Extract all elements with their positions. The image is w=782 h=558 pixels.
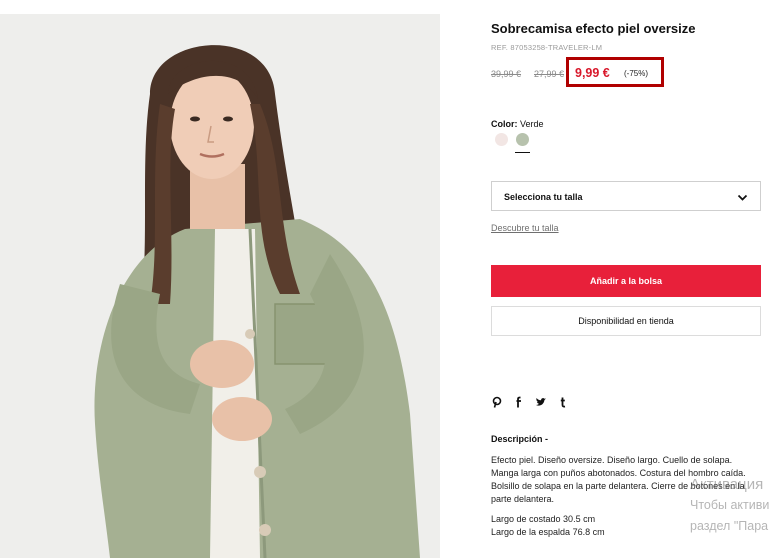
store-availability-button[interactable]: Disponibilidad en tienda bbox=[491, 306, 761, 336]
chevron-down-icon bbox=[737, 190, 748, 208]
watermark-line-3: раздел "Пара bbox=[690, 519, 769, 533]
product-reference: REF. 87053258-TRAVELER-LM bbox=[491, 43, 603, 52]
add-to-bag-button[interactable]: Añadir a la bolsa bbox=[491, 265, 761, 297]
previous-price: 27,99 € bbox=[534, 69, 565, 79]
watermark-line-1: Активация bbox=[690, 476, 764, 493]
watermark-line-2: Чтобы активи bbox=[690, 498, 770, 512]
color-label-prefix: Color: bbox=[491, 119, 518, 129]
pinterest-icon[interactable] bbox=[491, 396, 503, 408]
current-price: 9,99 € bbox=[575, 66, 610, 80]
size-select-dropdown[interactable]: Selecciona tu talla bbox=[491, 181, 761, 211]
original-price: 39,99 € bbox=[491, 69, 522, 79]
size-select-label: Selecciona tu talla bbox=[504, 192, 583, 202]
color-label: Color: Verde bbox=[491, 119, 544, 129]
description-title[interactable]: Descripción - bbox=[491, 434, 548, 444]
tumblr-icon[interactable] bbox=[557, 396, 569, 408]
facebook-icon[interactable] bbox=[513, 396, 525, 408]
twitter-icon[interactable] bbox=[535, 396, 547, 408]
selected-swatch-indicator bbox=[515, 152, 530, 153]
measurement-back-length: Largo de la espalda 76.8 cm bbox=[491, 527, 605, 537]
product-title: Sobrecamisa efecto piel oversize bbox=[491, 21, 696, 36]
size-guide-link[interactable]: Descubre tu talla bbox=[491, 223, 559, 233]
windows-activation-watermark: Активация Чтобы активи раздел "Пара bbox=[690, 474, 769, 537]
color-value: Verde bbox=[520, 119, 544, 129]
measurement-side-length: Largo de costado 30.5 cm bbox=[491, 514, 596, 524]
share-icons bbox=[491, 396, 579, 408]
color-swatch-pink[interactable] bbox=[495, 133, 508, 146]
product-image[interactable] bbox=[0, 14, 440, 558]
discount-badge: (-75%) bbox=[624, 69, 649, 78]
color-swatch-green[interactable] bbox=[516, 133, 529, 146]
